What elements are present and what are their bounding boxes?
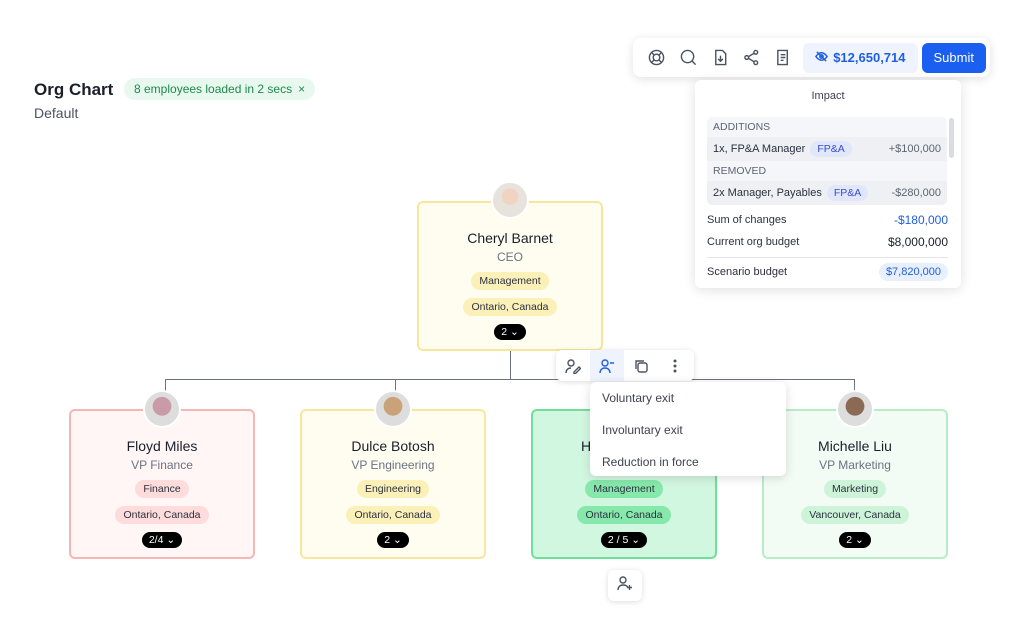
sum-row: Sum of changes -$180,000: [707, 213, 948, 227]
avatar: [143, 390, 181, 428]
scrollbar[interactable]: [949, 118, 954, 158]
download-icon[interactable]: [704, 43, 736, 73]
support-icon[interactable]: [641, 43, 673, 73]
exit-type-menu: Voluntary exit Involuntary exit Reductio…: [590, 382, 786, 476]
report-icon[interactable]: [768, 43, 800, 73]
dept-tag: Marketing: [823, 480, 887, 498]
status-toast: 8 employees loaded in 2 secs ×: [124, 78, 316, 100]
change-amount: +$100,000: [888, 143, 941, 155]
list-item: 2x Manager, Payables FP&A -$280,000: [707, 181, 947, 205]
employee-name: Dulce Botosh: [351, 438, 435, 454]
submit-button[interactable]: Submit: [921, 42, 986, 73]
employee-card[interactable]: Michelle Liu VP Marketing Marketing Vanc…: [762, 409, 948, 559]
avatar: [374, 390, 412, 428]
sum-value: -$180,000: [893, 213, 948, 227]
connector: [165, 379, 855, 380]
changes-list: ADDITIONS 1x, FP&A Manager FP&A +$100,000 …: [707, 117, 947, 205]
employee-card[interactable]: Floyd Miles VP Finance Finance Ontario, …: [69, 409, 255, 559]
add-user-button[interactable]: [608, 570, 642, 601]
add-user-icon: [617, 575, 633, 596]
location-tag: Ontario, Canada: [577, 506, 671, 524]
scenario-value: $7,820,000: [878, 263, 948, 281]
dept-chip: FP&A: [810, 141, 852, 157]
impact-title: Impact: [811, 90, 845, 102]
additions-label: ADDITIONS: [713, 121, 771, 133]
reports-count: 2: [384, 534, 391, 546]
current-label: Current org budget: [707, 236, 800, 248]
location-tag: Ontario, Canada: [115, 506, 209, 524]
change-desc: 1x, FP&A Manager: [713, 143, 806, 155]
employee-card-ceo[interactable]: Cheryl Barnet CEO Management Ontario, Ca…: [417, 201, 603, 351]
share-icon[interactable]: [736, 43, 768, 73]
close-icon[interactable]: ×: [298, 78, 305, 100]
change-amount: -$280,000: [891, 187, 941, 199]
menu-item-involuntary-exit[interactable]: Involuntary exit: [590, 418, 786, 450]
scenario-name: Default: [34, 105, 79, 121]
avatar: [836, 390, 874, 428]
connector: [510, 350, 511, 379]
reports-toggle[interactable]: 2 ⌄: [839, 532, 871, 548]
employee-name: Floyd Miles: [126, 438, 198, 454]
budget-value: $12,650,714: [833, 50, 906, 65]
location-tag: Vancouver, Canada: [801, 506, 909, 524]
reports-toggle[interactable]: 2 ⌄: [494, 324, 526, 340]
removed-label: REMOVED: [713, 165, 767, 177]
edit-user-icon[interactable]: [556, 350, 590, 381]
employee-card[interactable]: Dulce Botosh VP Engineering Engineering …: [300, 409, 486, 559]
page-title: Org Chart: [34, 80, 114, 99]
toast-text: 8 employees loaded in 2 secs: [134, 82, 293, 96]
reports-toggle[interactable]: 2 / 5 ⌄: [600, 532, 648, 548]
divider: [707, 257, 948, 258]
dept-tag: Finance: [135, 480, 189, 498]
sum-label: Sum of changes: [707, 214, 787, 226]
impact-panel: Impact ADDITIONS 1x, FP&A Manager FP&A +$1…: [695, 80, 961, 288]
menu-item-voluntary-exit[interactable]: Voluntary exit: [590, 386, 786, 418]
employee-title: VP Finance: [131, 458, 193, 472]
reports-toggle[interactable]: 2 ⌄: [377, 532, 409, 548]
scenario-row: Scenario budget $7,820,000: [707, 263, 948, 281]
connector: [165, 379, 166, 391]
avatar: [491, 181, 529, 219]
current-value: $8,000,000: [887, 235, 948, 249]
dept-tag: Engineering: [356, 480, 430, 498]
reports-count: 2 / 5: [607, 534, 629, 546]
list-item: 1x, FP&A Manager FP&A +$100,000: [707, 137, 947, 161]
card-action-bar: [556, 350, 694, 381]
reports-count: 2/4: [148, 534, 164, 546]
copy-icon[interactable]: [624, 350, 658, 381]
search-icon[interactable]: [673, 43, 705, 73]
employee-title: VP Engineering: [351, 458, 435, 472]
menu-item-reduction-in-force[interactable]: Reduction in force: [590, 450, 786, 482]
toolbar: $12,650,714 Submit: [633, 38, 990, 77]
location-tag: Ontario, Canada: [463, 298, 557, 316]
dept-tag: Management: [585, 480, 663, 498]
scenario-label: Scenario budget: [707, 266, 788, 278]
reports-count: 2: [846, 534, 853, 546]
change-desc: 2x Manager, Payables: [713, 187, 822, 199]
dept-chip: FP&A: [826, 185, 869, 201]
employee-title: CEO: [496, 250, 523, 264]
employee-name: Cheryl Barnet: [467, 230, 553, 246]
location-tag: Ontario, Canada: [346, 506, 440, 524]
employee-title: VP Marketing: [819, 458, 891, 472]
dept-tag: Management: [471, 272, 549, 290]
more-icon[interactable]: [658, 350, 692, 381]
employee-name: Michelle Liu: [818, 438, 892, 454]
reports-count: 2: [501, 326, 508, 338]
current-row: Current org budget $8,000,000: [707, 235, 948, 249]
remove-user-icon[interactable]: [590, 350, 624, 381]
eye-off-icon: [815, 50, 829, 66]
budget-toggle[interactable]: $12,650,714: [803, 42, 918, 73]
reports-toggle[interactable]: 2/4 ⌄: [141, 532, 183, 548]
